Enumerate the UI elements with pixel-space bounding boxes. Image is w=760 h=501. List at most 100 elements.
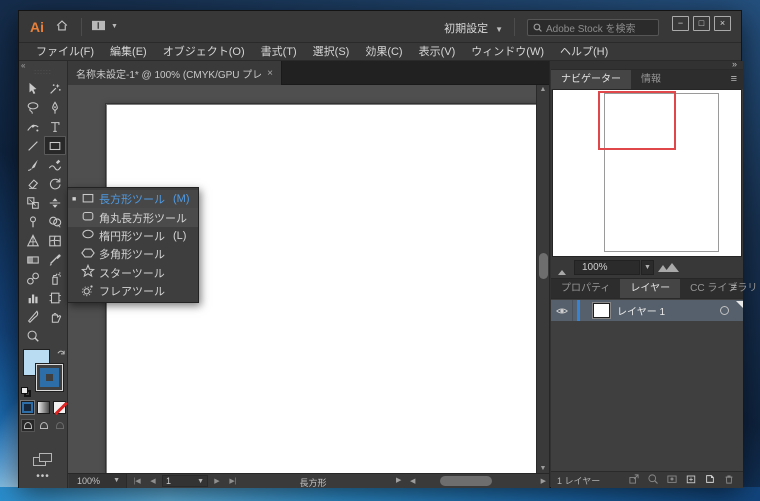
navigator-tab-1[interactable]: ナビゲーター [551, 70, 631, 89]
panel-tab-3[interactable]: CC ライブラリ [680, 279, 760, 298]
direct-selection-tool[interactable] [44, 79, 66, 98]
maximize-button[interactable]: □ [693, 16, 710, 31]
make-clipping-mask-icon[interactable] [666, 473, 678, 488]
menu-item[interactable]: 効果(C) [357, 43, 410, 61]
slice-tool[interactable] [22, 307, 44, 326]
workspace-switcher[interactable]: 初期設定 ▼ [444, 20, 503, 36]
arrange-documents-icon[interactable] [91, 19, 106, 35]
menu-item[interactable]: 書式(T) [253, 43, 305, 61]
pen-tool[interactable] [44, 98, 66, 117]
flyout-item-polygon[interactable]: 多角形ツール [68, 245, 198, 263]
artboard-tool[interactable] [44, 288, 66, 307]
menu-item[interactable]: ウィンドウ(W) [463, 43, 552, 61]
scroll-down-icon[interactable]: ▼ [537, 465, 549, 472]
none-button[interactable] [53, 401, 66, 414]
collapse-panels-icon[interactable]: » [732, 59, 737, 69]
blend-tool[interactable] [22, 269, 44, 288]
status-expand-icon[interactable]: ▶ [396, 476, 401, 484]
previous-artboard-button[interactable]: ◀ [146, 477, 160, 485]
flyout-item-rectangle[interactable]: ■ 長方形ツール (M) [68, 190, 198, 209]
menu-item[interactable]: ヘルプ(H) [552, 43, 616, 61]
flyout-item-ellipse[interactable]: 楕円形ツール (L) [68, 227, 198, 245]
visibility-eye-icon[interactable] [551, 300, 573, 321]
graph-tool[interactable] [22, 288, 44, 307]
rotate-tool[interactable] [44, 174, 66, 193]
next-artboard-button[interactable]: ▶ [210, 477, 224, 485]
adobe-stock-search-input[interactable]: Adobe Stock を検索 [527, 19, 659, 36]
panel-tab-2[interactable]: レイヤー [620, 279, 681, 298]
type-tool[interactable] [44, 117, 66, 136]
navigator-preview[interactable] [552, 89, 742, 257]
horizontal-scrollbar[interactable]: ◀ ▶ [408, 474, 549, 488]
menu-item[interactable]: 編集(E) [102, 43, 155, 61]
stroke-color-swatch[interactable] [35, 363, 64, 392]
document-tab[interactable]: 名称未設定-1* @ 100% (CMYK/GPU プレビュー) × [68, 61, 282, 85]
panel-grip[interactable]: :::::: [19, 69, 67, 76]
rectangle-tool[interactable] [44, 136, 66, 155]
hand-tool[interactable] [44, 307, 66, 326]
paintbrush-tool[interactable] [22, 155, 44, 174]
draw-inside-icon[interactable] [53, 419, 67, 432]
zoom-tool[interactable] [22, 326, 44, 345]
default-fill-stroke-icon[interactable] [21, 387, 32, 398]
layer-row[interactable]: レイヤー 1 [551, 300, 743, 321]
swap-fill-stroke-icon[interactable] [56, 347, 66, 359]
navigator-zoom-input[interactable]: 100% [574, 260, 640, 275]
mesh-tool[interactable] [44, 231, 66, 250]
chevron-down-icon[interactable]: ▼ [111, 23, 118, 30]
navigator-tab-2[interactable]: 情報 [631, 70, 671, 89]
zoom-in-mountains-icon[interactable] [658, 263, 679, 275]
locate-object-icon[interactable] [647, 473, 659, 488]
new-layer-icon[interactable] [704, 473, 716, 488]
width-tool[interactable] [44, 193, 66, 212]
eyedropper-tool[interactable] [44, 250, 66, 269]
flyout-item-rounded-rect[interactable]: 角丸長方形ツール [68, 208, 198, 227]
draw-behind-icon[interactable] [37, 419, 51, 432]
vertical-scrollbar[interactable]: ▲ ▼ [536, 85, 549, 473]
shape-builder-tool[interactable] [44, 212, 66, 231]
home-icon[interactable] [55, 19, 69, 35]
panel-tab-1[interactable]: プロパティ [551, 279, 620, 298]
perspective-grid-tool[interactable] [22, 231, 44, 250]
navigator-view-box[interactable] [598, 91, 676, 150]
panel-menu-icon[interactable]: ≡ [731, 73, 737, 85]
zoom-level-dropdown[interactable]: 100% ▼ [69, 474, 127, 488]
vertical-scroll-thumb[interactable] [539, 253, 548, 279]
layer-target-icon[interactable] [720, 306, 729, 315]
zoom-out-mountains-icon[interactable] [558, 266, 566, 278]
flyout-item-flare[interactable]: フレアツール [68, 282, 198, 300]
layer-thumbnail[interactable] [592, 302, 611, 319]
puppet-warp-tool[interactable] [22, 212, 44, 231]
first-artboard-button[interactable]: |◀ [130, 477, 144, 485]
delete-icon[interactable] [723, 473, 735, 488]
minimize-button[interactable]: − [672, 16, 689, 31]
menu-item[interactable]: オブジェクト(O) [155, 43, 253, 61]
gradient-tool[interactable] [22, 250, 44, 269]
scroll-up-icon[interactable]: ▲ [537, 86, 549, 93]
chevron-down-icon[interactable]: ▼ [641, 260, 654, 275]
gradient-button[interactable] [37, 401, 50, 414]
horizontal-scroll-thumb[interactable] [440, 476, 492, 486]
lasso-tool[interactable] [22, 98, 44, 117]
menu-item[interactable]: 表示(V) [411, 43, 464, 61]
curvature-tool[interactable] [22, 117, 44, 136]
edit-toolbar-ellipsis[interactable]: ••• [19, 471, 67, 482]
symbol-sprayer-tool[interactable] [44, 269, 66, 288]
scroll-left-icon[interactable]: ◀ [410, 477, 415, 485]
close-button[interactable]: × [714, 16, 731, 31]
selection-tool[interactable] [22, 79, 44, 98]
layer-name[interactable]: レイヤー 1 [617, 303, 720, 318]
scale-tool[interactable] [22, 193, 44, 212]
shaper-tool[interactable] [44, 155, 66, 174]
eraser-tool[interactable] [22, 174, 44, 193]
flyout-item-star[interactable]: スターツール [68, 264, 198, 282]
menu-item[interactable]: 選択(S) [305, 43, 358, 61]
collect-export-icon[interactable] [628, 473, 640, 488]
line-segment-tool[interactable] [22, 136, 44, 155]
new-sublayer-icon[interactable] [685, 473, 697, 488]
panel-menu-icon[interactable]: ≡ [731, 282, 737, 294]
artboard-number-dropdown[interactable]: 1 ▼ [162, 475, 208, 487]
scroll-right-icon[interactable]: ▶ [541, 477, 546, 485]
menu-item[interactable]: ファイル(F) [28, 43, 102, 61]
screen-mode-icon[interactable] [33, 453, 53, 467]
